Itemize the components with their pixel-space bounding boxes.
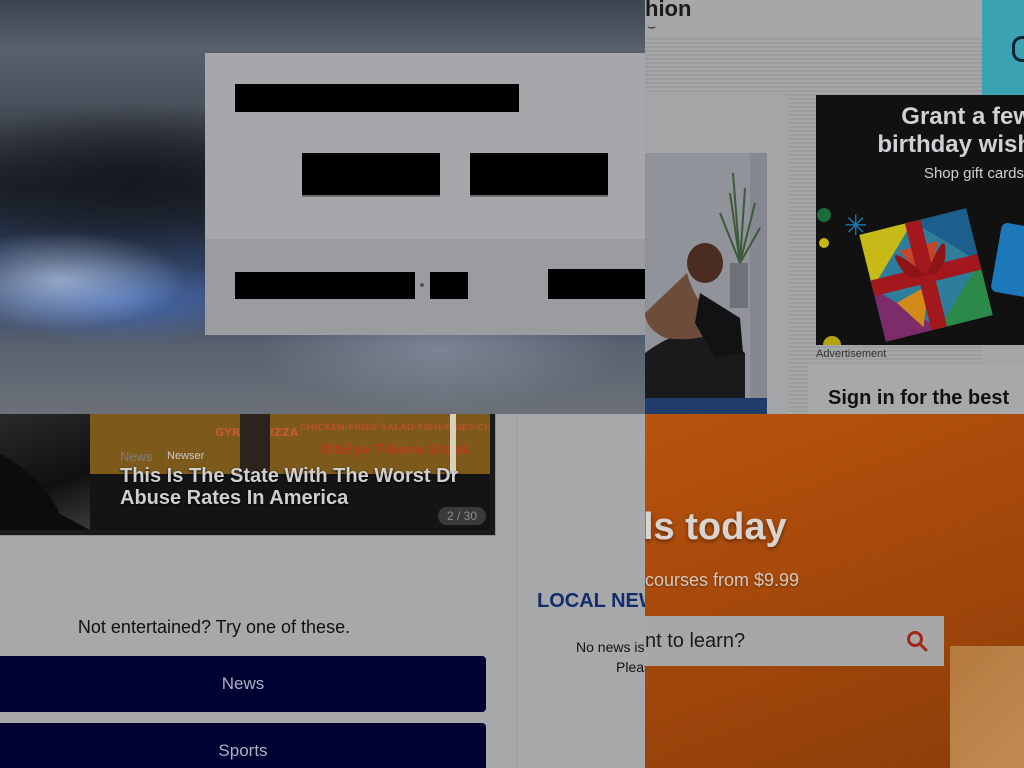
mountain-silhouette [0,454,90,530]
signin-heading: Sign in for the best [828,387,1010,409]
consent-modal [205,53,645,335]
footer-separator-dot [420,283,424,287]
gift-box-icon: ✳ [817,208,1024,345]
promo-strip [982,0,1024,95]
modal-button-redacted-1[interactable] [302,153,440,195]
slideshow-card[interactable]: GYROS·PIZZA CHICKEN·FRIES·SALAD·FISH-FRI… [0,414,496,536]
amazon-page: hion ⌣ Grant a few birthday wish Shop gi… [645,0,1024,414]
news-button[interactable]: News [0,656,486,712]
yoga-woman-illustration [645,153,767,414]
course-search-bar[interactable] [645,616,944,666]
ad-cta-text[interactable]: Shop gift cards [816,165,1024,182]
local-news-heading[interactable]: LOCAL NEWS [537,590,645,613]
ad-headline-line-1: Grant a few [901,103,1024,130]
no-news-message: No news is [576,639,645,655]
ad-headline-line-2: birthday wish [877,131,1024,158]
previous-slide-image[interactable] [0,414,90,530]
cookie-consent-screen [0,0,645,414]
footer-link-redacted-1[interactable] [235,272,415,299]
slide-counter: 2 / 30 [438,507,486,525]
news-portal-page: GYROS·PIZZA CHICKEN·FRIES·SALAD·FISH-FRI… [0,414,645,768]
sports-button[interactable]: Sports [0,723,486,768]
advertisement-label: Advertisement [816,348,887,360]
amazon-smile-icon: ⌣ [647,18,657,34]
gift-card-ad[interactable]: Grant a few birthday wish Shop gift card… [816,95,1024,345]
course-search-input[interactable] [645,616,895,666]
modal-footer [205,239,645,335]
svg-text:RibEye T-Bone Steak: RibEye T-Bone Steak [320,443,470,458]
modal-button-redacted-2[interactable] [470,153,608,195]
slide-category[interactable]: News [120,449,153,464]
search-icon[interactable] [905,629,929,653]
modal-title-redacted [235,84,519,112]
slide-headline[interactable]: This Is The State With The Worst Dr Abus… [120,465,495,509]
svg-text:CHICKEN·FRIES·SALAD·FISH-FRIES: CHICKEN·FRIES·SALAD·FISH-FRIES·CHEESE·ST… [300,423,490,433]
slide-source: Newser [167,450,205,462]
hero-headline: ls today [645,506,787,548]
ad-headline: Grant a few birthday wish [816,103,1024,159]
hero-subheadline: courses from $9.99 [645,570,800,590]
footer-button-redacted[interactable] [548,269,645,299]
suggestions-heading: Not entertained? Try one of these. [77,617,351,637]
slide-headline-line-2: Abuse Rates In America [120,487,349,509]
promo-letter [1012,36,1024,62]
footer-link-redacted-2[interactable] [430,272,468,299]
column-divider [516,414,517,768]
hero-decoration [950,646,1024,768]
yoga-product-image[interactable] [645,153,767,414]
course-site-hero: ls today courses from $9.99 [645,414,1024,768]
signin-card[interactable]: Sign in for the best [808,365,1024,414]
no-news-hint: Pleas [616,659,645,675]
slide-headline-line-1: This Is The State With The Worst Dr [120,465,459,487]
amazon-header: hion ⌣ [645,0,982,36]
